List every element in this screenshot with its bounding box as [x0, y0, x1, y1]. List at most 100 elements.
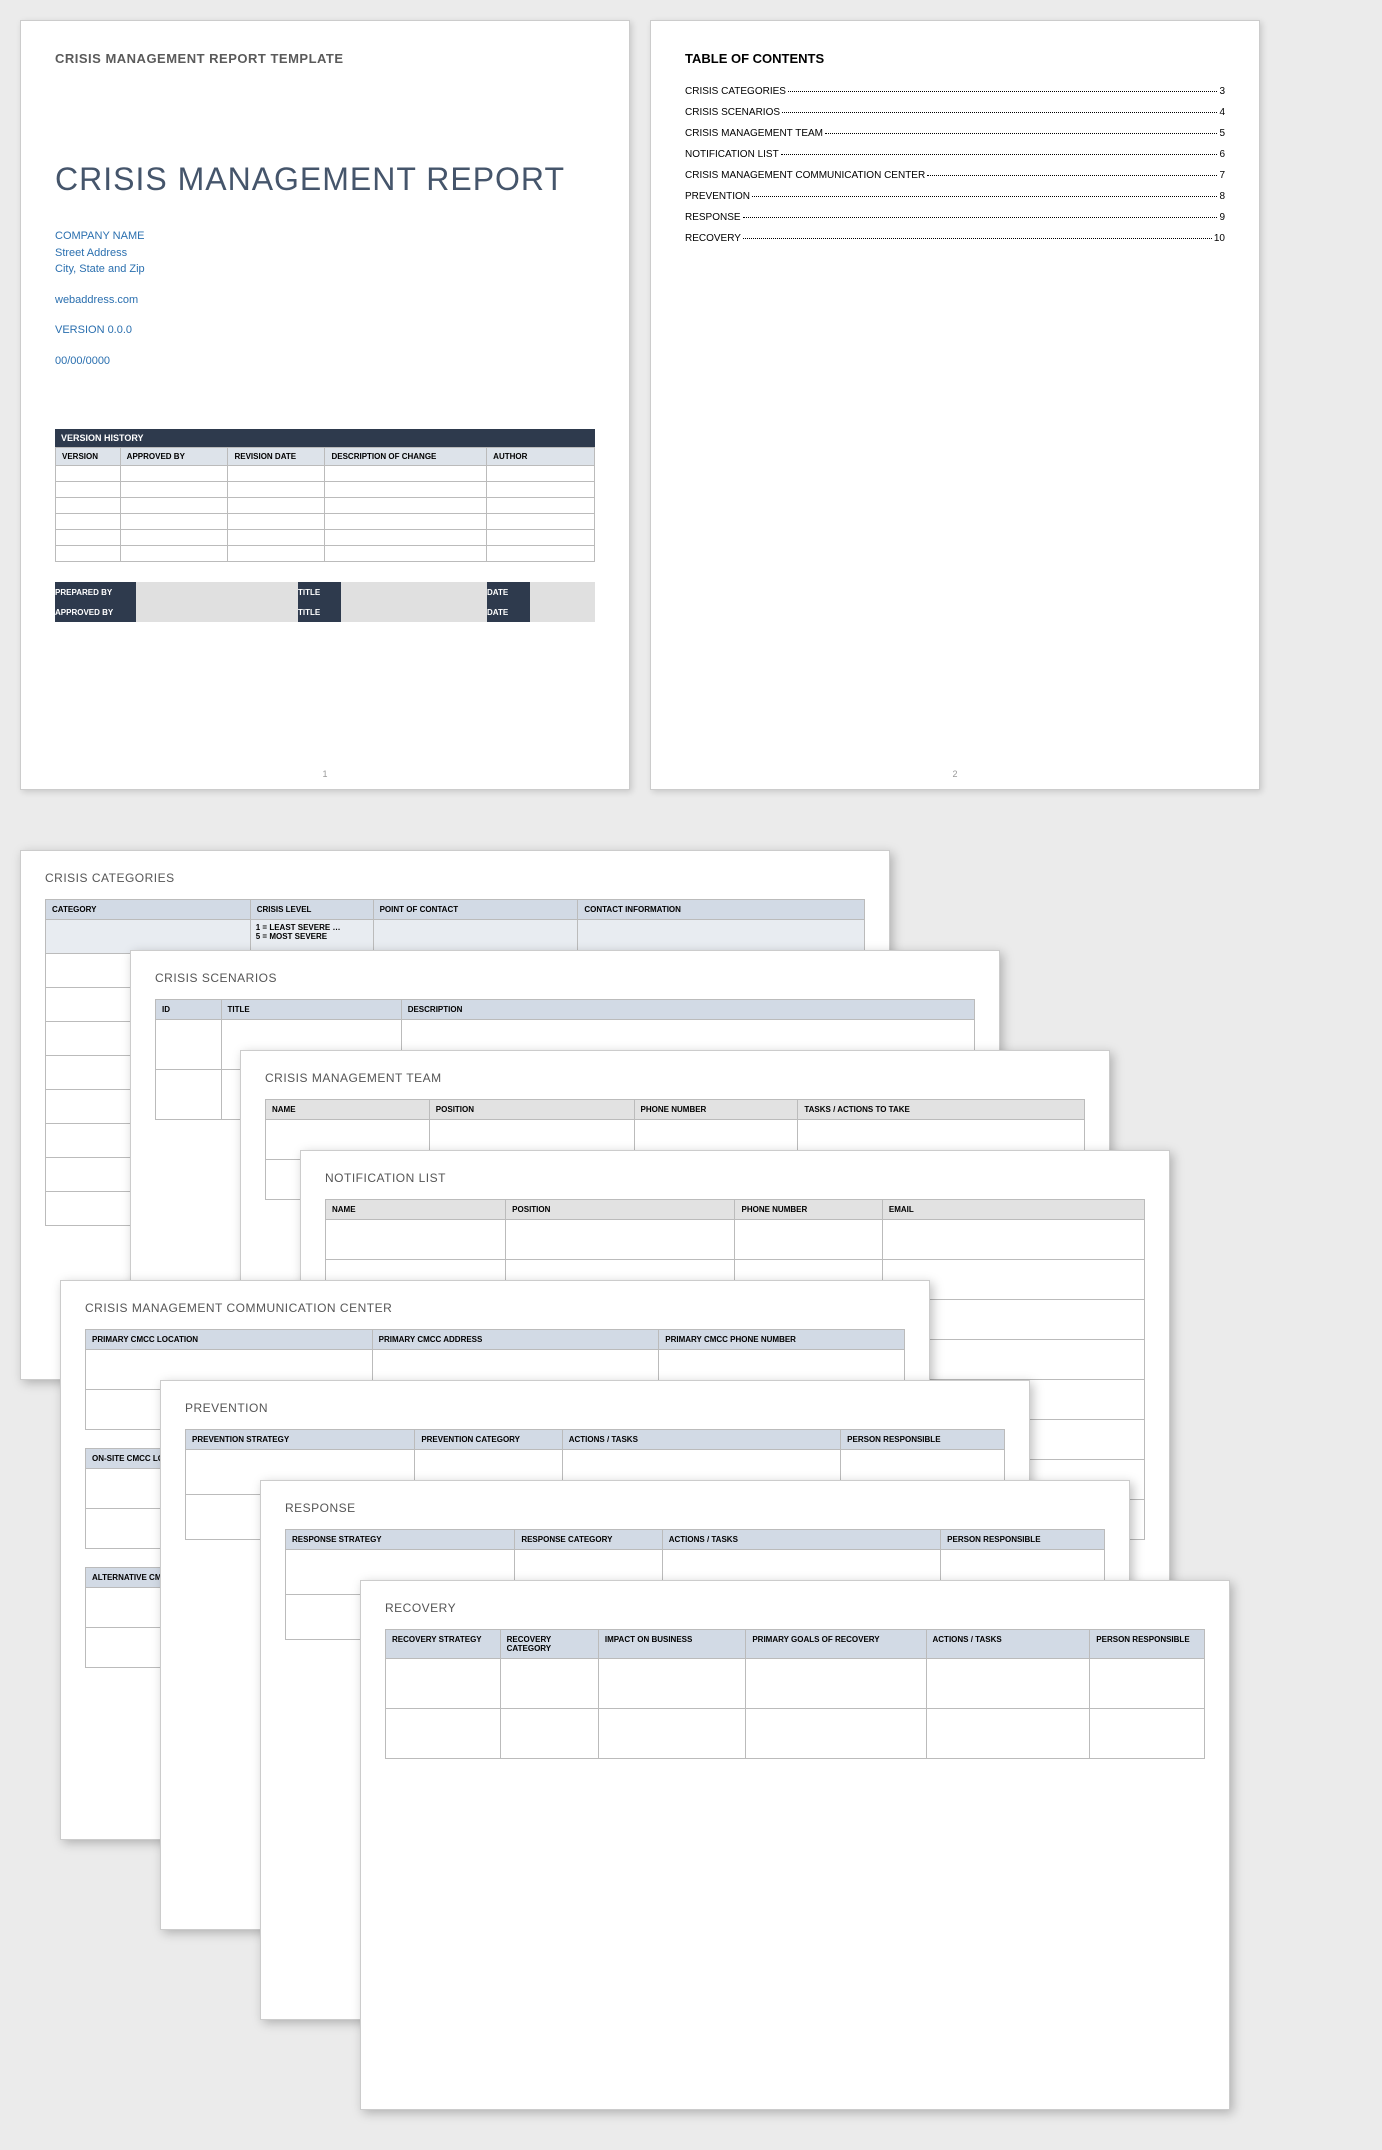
prepared-by-field[interactable] [136, 582, 298, 602]
web-address: webaddress.com [55, 292, 595, 309]
company-name: COMPANY NAME [55, 228, 595, 245]
city-state-zip: City, State and Zip [55, 261, 595, 278]
approved-by-label: APPROVED BY [55, 602, 136, 622]
vh-col-author: AUTHOR [487, 448, 595, 466]
col-phone: PHONE NUMBER [634, 1100, 798, 1120]
col-category: CATEGORY [46, 900, 251, 920]
vh-col-approvedby: APPROVED BY [120, 448, 228, 466]
toc-item: PREVENTION 8 [685, 191, 1225, 202]
toc-dots [781, 154, 1218, 155]
toc-label: PREVENTION [685, 191, 750, 202]
col-title: TITLE [221, 1000, 401, 1020]
page-number-1: 1 [322, 769, 327, 779]
top-pages-row: CRISIS MANAGEMENT REPORT TEMPLATE CRISIS… [20, 20, 1362, 790]
toc-list: CRISIS CATEGORIES3 CRISIS SCENARIOS4 CRI… [685, 86, 1225, 244]
col-phone: PHONE NUMBER [735, 1200, 882, 1220]
level-note-1: 1 = LEAST SEVERE … [256, 923, 341, 932]
toc-item: CRISIS MANAGEMENT COMMUNICATION CENTER7 [685, 170, 1225, 181]
title-label-1: TITLE [298, 582, 341, 602]
col-response-category: RESPONSE CATEGORY [515, 1530, 662, 1550]
toc-item: CRISIS CATEGORIES3 [685, 86, 1225, 97]
approved-by-field[interactable] [136, 602, 298, 622]
table-row [56, 482, 595, 498]
toc-item: RESPONSE 9 [685, 212, 1225, 223]
col-name: NAME [326, 1200, 506, 1220]
stacked-pages: CRISIS CATEGORIES CATEGORY CRISIS LEVEL … [20, 850, 1362, 2130]
col-recovery-category: RECOVERY CATEGORY [500, 1630, 598, 1659]
toc-label: CRISIS CATEGORIES [685, 86, 786, 97]
sub-header-cell [373, 920, 578, 954]
toc-dots [782, 112, 1217, 113]
toc-page: 9 [1219, 212, 1225, 223]
toc-label: CRISIS MANAGEMENT TEAM [685, 128, 823, 139]
title-field-2[interactable] [341, 602, 487, 622]
toc-label: NOTIFICATION LIST [685, 149, 779, 160]
col-recovery-strategy: RECOVERY STRATEGY [386, 1630, 501, 1659]
col-crisis-level: CRISIS LEVEL [250, 900, 373, 920]
page-1-cover: CRISIS MANAGEMENT REPORT TEMPLATE CRISIS… [20, 20, 630, 790]
col-name: NAME [266, 1100, 430, 1120]
col-actions-tasks: ACTIONS / TASKS [562, 1430, 840, 1450]
col-tasks: TASKS / ACTIONS TO TAKE [798, 1100, 1085, 1120]
page-10-recovery: RECOVERY RECOVERY STRATEGY RECOVERY CATE… [360, 1580, 1230, 2110]
col-person-responsible: PERSON RESPONSIBLE [1090, 1630, 1205, 1659]
col-position: POSITION [429, 1100, 634, 1120]
toc-dots [788, 91, 1217, 92]
toc-page: 4 [1219, 107, 1225, 118]
crisis-level-note: 1 = LEAST SEVERE … 5 = MOST SEVERE [250, 920, 373, 954]
col-actions-tasks: ACTIONS / TASKS [662, 1530, 940, 1550]
section-title: NOTIFICATION LIST [325, 1171, 1145, 1185]
col-primary-goals: PRIMARY GOALS OF RECOVERY [746, 1630, 926, 1659]
date-field-1[interactable] [530, 582, 595, 602]
toc-item: CRISIS MANAGEMENT TEAM 5 [685, 128, 1225, 139]
vh-col-revisiondate: REVISION DATE [228, 448, 325, 466]
sub-header-cell [578, 920, 865, 954]
col-person-responsible: PERSON RESPONSIBLE [841, 1430, 1005, 1450]
toc-page: 5 [1219, 128, 1225, 139]
col-position: POSITION [506, 1200, 735, 1220]
toc-dots [743, 217, 1218, 218]
version-history-table: VERSION APPROVED BY REVISION DATE DESCRI… [55, 447, 595, 562]
toc-dots [927, 175, 1217, 176]
table-row [386, 1659, 1205, 1709]
version-history-section: VERSION HISTORY VERSION APPROVED BY REVI… [55, 429, 595, 622]
col-description: DESCRIPTION [401, 1000, 974, 1020]
date-label: 00/00/0000 [55, 353, 595, 370]
col-impact: IMPACT ON BUSINESS [598, 1630, 745, 1659]
vh-col-description: DESCRIPTION OF CHANGE [325, 448, 487, 466]
toc-page: 7 [1219, 170, 1225, 181]
col-cmcc-phone: PRIMARY CMCC PHONE NUMBER [659, 1330, 905, 1350]
col-response-strategy: RESPONSE STRATEGY [286, 1530, 515, 1550]
title-field-1[interactable] [341, 582, 487, 602]
date-field-2[interactable] [530, 602, 595, 622]
version-history-header: VERSION HISTORY [55, 429, 595, 447]
toc-label: RECOVERY [685, 233, 741, 244]
toc-dots [743, 238, 1212, 239]
toc-label: RESPONSE [685, 212, 741, 223]
page-number-2: 2 [952, 769, 957, 779]
prepared-by-label: PREPARED BY [55, 582, 136, 602]
title-label-2: TITLE [298, 602, 341, 622]
table-row [326, 1220, 1145, 1260]
col-id: ID [156, 1000, 222, 1020]
col-prevention-strategy: PREVENTION STRATEGY [186, 1430, 415, 1450]
signature-table: PREPARED BY TITLE DATE APPROVED BY TITLE… [55, 582, 595, 622]
street-address: Street Address [55, 245, 595, 262]
col-actions-tasks: ACTIONS / TASKS [926, 1630, 1090, 1659]
toc-item: NOTIFICATION LIST6 [685, 149, 1225, 160]
page-2-toc: TABLE OF CONTENTS CRISIS CATEGORIES3 CRI… [650, 20, 1260, 790]
section-title: CRISIS SCENARIOS [155, 971, 975, 985]
section-title: PREVENTION [185, 1401, 1005, 1415]
toc-dots [825, 133, 1217, 134]
section-title: RECOVERY [385, 1601, 1205, 1615]
level-note-2: 5 = MOST SEVERE [256, 932, 327, 941]
col-contact-info: CONTACT INFORMATION [578, 900, 865, 920]
date-label-1: DATE [487, 582, 530, 602]
section-title: RESPONSE [285, 1501, 1105, 1515]
toc-page: 8 [1219, 191, 1225, 202]
report-title: CRISIS MANAGEMENT REPORT [55, 161, 595, 198]
company-block: COMPANY NAME Street Address City, State … [55, 228, 595, 278]
col-cmcc-location: PRIMARY CMCC LOCATION [86, 1330, 373, 1350]
vh-col-version: VERSION [56, 448, 121, 466]
col-prevention-category: PREVENTION CATEGORY [415, 1430, 562, 1450]
